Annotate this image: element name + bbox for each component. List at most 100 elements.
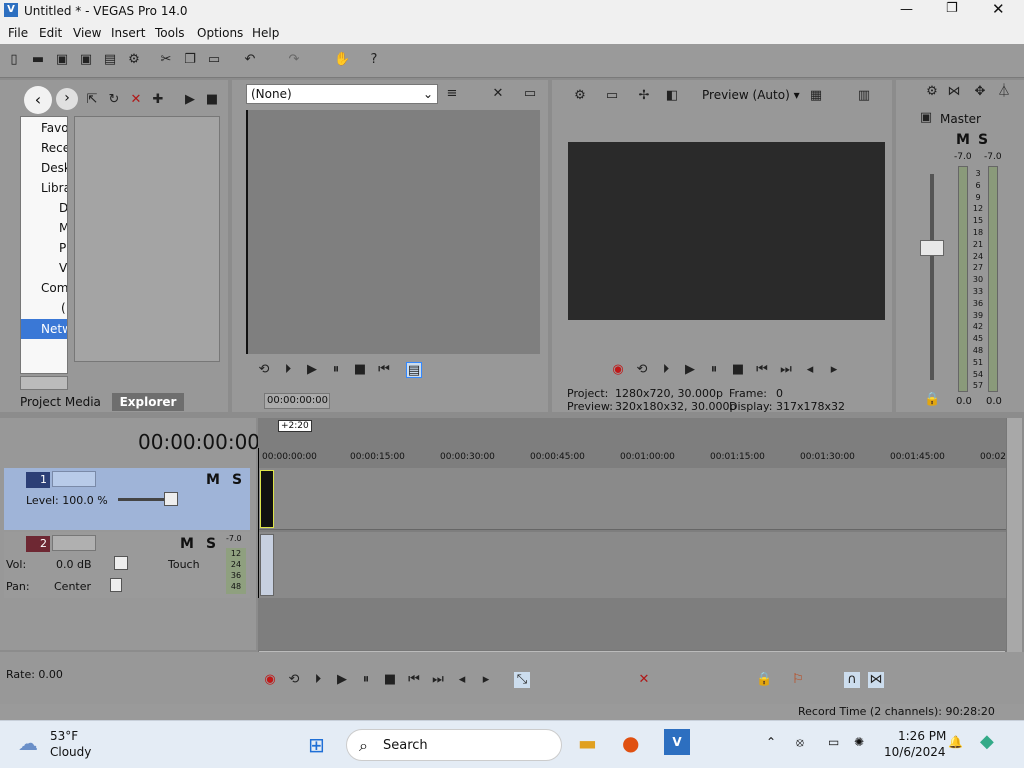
copy-snapshot-icon[interactable]: ▥ xyxy=(856,88,872,104)
save-icon[interactable]: ▣ xyxy=(54,52,70,68)
pause-icon[interactable]: ⏸ xyxy=(358,672,374,688)
network-icon[interactable]: ⦻ xyxy=(796,735,804,750)
redo-icon[interactable]: ↷ xyxy=(286,52,302,68)
play-icon[interactable]: ▶ xyxy=(682,362,698,378)
tree-item-favorites[interactable]: Favor xyxy=(41,121,67,135)
overlays-icon[interactable]: ✢ xyxy=(636,88,652,104)
undo-icon[interactable]: ↶ xyxy=(242,52,258,68)
auto-crossfade-icon[interactable]: ⋈ xyxy=(868,672,884,688)
tree-item-documents[interactable]: D xyxy=(59,201,67,215)
close-icon[interactable]: ✕ xyxy=(992,0,1012,18)
forward-button[interactable]: › xyxy=(56,88,78,110)
add-icon[interactable]: ✚ xyxy=(150,92,166,108)
menu-edit[interactable]: Edit xyxy=(39,26,62,40)
menu-help[interactable]: Help xyxy=(252,26,279,40)
stop-icon[interactable]: ■ xyxy=(382,672,398,688)
file-explorer-icon[interactable]: ▬ xyxy=(578,731,597,755)
tree-item-videos[interactable]: V xyxy=(59,261,67,275)
menu-tools[interactable]: Tools xyxy=(155,26,185,40)
tab-explorer[interactable]: Explorer xyxy=(112,393,184,411)
help-icon[interactable]: ? xyxy=(366,52,382,68)
search-box[interactable]: ⌕ Search xyxy=(346,729,562,761)
copilot-icon[interactable]: ◆ xyxy=(980,731,994,752)
weather-temp[interactable]: 53°F xyxy=(50,729,78,743)
menu-view[interactable]: View xyxy=(73,26,101,40)
copy-icon[interactable]: ❐ xyxy=(182,52,198,68)
level-slider-handle[interactable] xyxy=(164,492,178,506)
back-button[interactable]: ‹ xyxy=(24,86,52,114)
vol-slider-handle[interactable] xyxy=(114,556,128,570)
delete-icon[interactable]: ✕ xyxy=(128,92,144,108)
split-screen-icon[interactable]: ▭ xyxy=(604,88,620,104)
go-to-end-icon[interactable]: ⏭ xyxy=(430,672,446,688)
minimize-icon[interactable]: — xyxy=(900,2,920,17)
automation-mode[interactable]: Touch xyxy=(168,558,200,571)
refresh-icon[interactable]: ↻ xyxy=(106,92,122,108)
menu-insert[interactable]: Insert xyxy=(111,26,145,40)
audio-clip[interactable] xyxy=(260,534,274,596)
tree-item-drive[interactable]: ( xyxy=(61,301,66,315)
tree-item-network[interactable]: Netw xyxy=(21,319,67,339)
previous-icon[interactable]: ⏮ xyxy=(376,362,392,378)
vegas-taskbar-icon[interactable]: V xyxy=(664,729,690,755)
tree-item-pictures[interactable]: P xyxy=(59,241,66,255)
mono-icon[interactable]: ✥ xyxy=(972,84,988,100)
track-solo[interactable]: S xyxy=(206,536,216,552)
track-name-field[interactable] xyxy=(52,471,96,487)
menu-file[interactable]: File xyxy=(8,26,28,40)
explorer-scrollbar[interactable] xyxy=(20,376,68,390)
firefox-icon[interactable]: ● xyxy=(622,731,639,755)
add-to-timeline-icon[interactable]: ▤ xyxy=(406,362,422,378)
next-icon[interactable]: ⏭ xyxy=(778,362,794,378)
master-fader[interactable] xyxy=(920,240,944,256)
settings-icon[interactable]: ⚙ xyxy=(924,84,940,100)
previous-icon[interactable]: ⏮ xyxy=(754,362,770,378)
play-from-start-icon[interactable]: ⏵ xyxy=(280,362,296,378)
trim-icon[interactable]: ≡ xyxy=(444,86,460,102)
cut-icon[interactable]: ✂ xyxy=(158,52,174,68)
chevron-up-icon[interactable]: ⌃ xyxy=(766,735,776,749)
settings-icon[interactable]: ⚙ xyxy=(572,88,588,104)
notification-icon[interactable]: 🔔 xyxy=(948,735,963,749)
record-icon[interactable]: ◉ xyxy=(262,672,278,688)
preview-quality-icon[interactable]: ◧ xyxy=(664,88,680,104)
pan-slider-handle[interactable] xyxy=(110,578,122,592)
previous-frame-icon[interactable]: ◂ xyxy=(802,362,818,378)
weather-condition[interactable]: Cloudy xyxy=(50,745,91,759)
menu-options[interactable]: Options xyxy=(197,26,243,40)
track-name-field[interactable] xyxy=(52,535,96,551)
lock-icon[interactable]: 🔒 xyxy=(924,392,940,408)
paste-icon[interactable]: ▭ xyxy=(206,52,222,68)
bluetooth-icon[interactable]: ✺ xyxy=(854,735,864,749)
record-icon[interactable]: ◉ xyxy=(610,362,626,378)
clock-date[interactable]: 10/6/2024 xyxy=(884,745,946,759)
dim-icon[interactable]: ⏃ xyxy=(996,84,1012,100)
render-icon[interactable]: ▤ xyxy=(102,52,118,68)
preview-quality-dropdown[interactable]: Preview (Auto) ▾ xyxy=(702,88,800,102)
play-icon[interactable]: ▶ xyxy=(304,362,320,378)
clock-time[interactable]: 1:26 PM xyxy=(898,729,946,743)
vertical-scrollbar[interactable] xyxy=(1006,418,1022,666)
audio-track-lane[interactable] xyxy=(258,532,1006,598)
previous-frame-icon[interactable]: ◂ xyxy=(454,672,470,688)
go-to-start-icon[interactable]: ⏮ xyxy=(406,672,422,688)
trimmer-selector[interactable]: (None) ⌄ xyxy=(246,84,438,104)
tree-item-libraries[interactable]: Libra xyxy=(41,181,67,195)
stop-icon[interactable]: ■ xyxy=(730,362,746,378)
loop-icon[interactable]: ⟲ xyxy=(286,672,302,688)
tree-item-desktop[interactable]: Deskt xyxy=(41,161,67,175)
delete-icon[interactable]: ✕ xyxy=(636,672,652,688)
properties-icon[interactable]: ⚙ xyxy=(126,52,142,68)
lock-icon[interactable]: 🔒 xyxy=(756,672,772,688)
maximize-icon[interactable]: ❐ xyxy=(946,1,966,16)
master-mute[interactable]: M xyxy=(956,132,970,148)
grid-icon[interactable]: ▦ xyxy=(808,88,824,104)
window-icon[interactable]: ▭ xyxy=(522,86,538,102)
edit-tool-icon[interactable]: ⤡ xyxy=(514,672,530,688)
clear-icon[interactable]: ✕ xyxy=(490,86,506,102)
open-icon[interactable]: ▬ xyxy=(30,52,46,68)
pause-icon[interactable]: ⏸ xyxy=(706,362,722,378)
tree-item-recent[interactable]: Recer xyxy=(41,141,67,155)
pause-icon[interactable]: ⏸ xyxy=(328,362,344,378)
loop-icon[interactable]: ⟲ xyxy=(256,362,272,378)
